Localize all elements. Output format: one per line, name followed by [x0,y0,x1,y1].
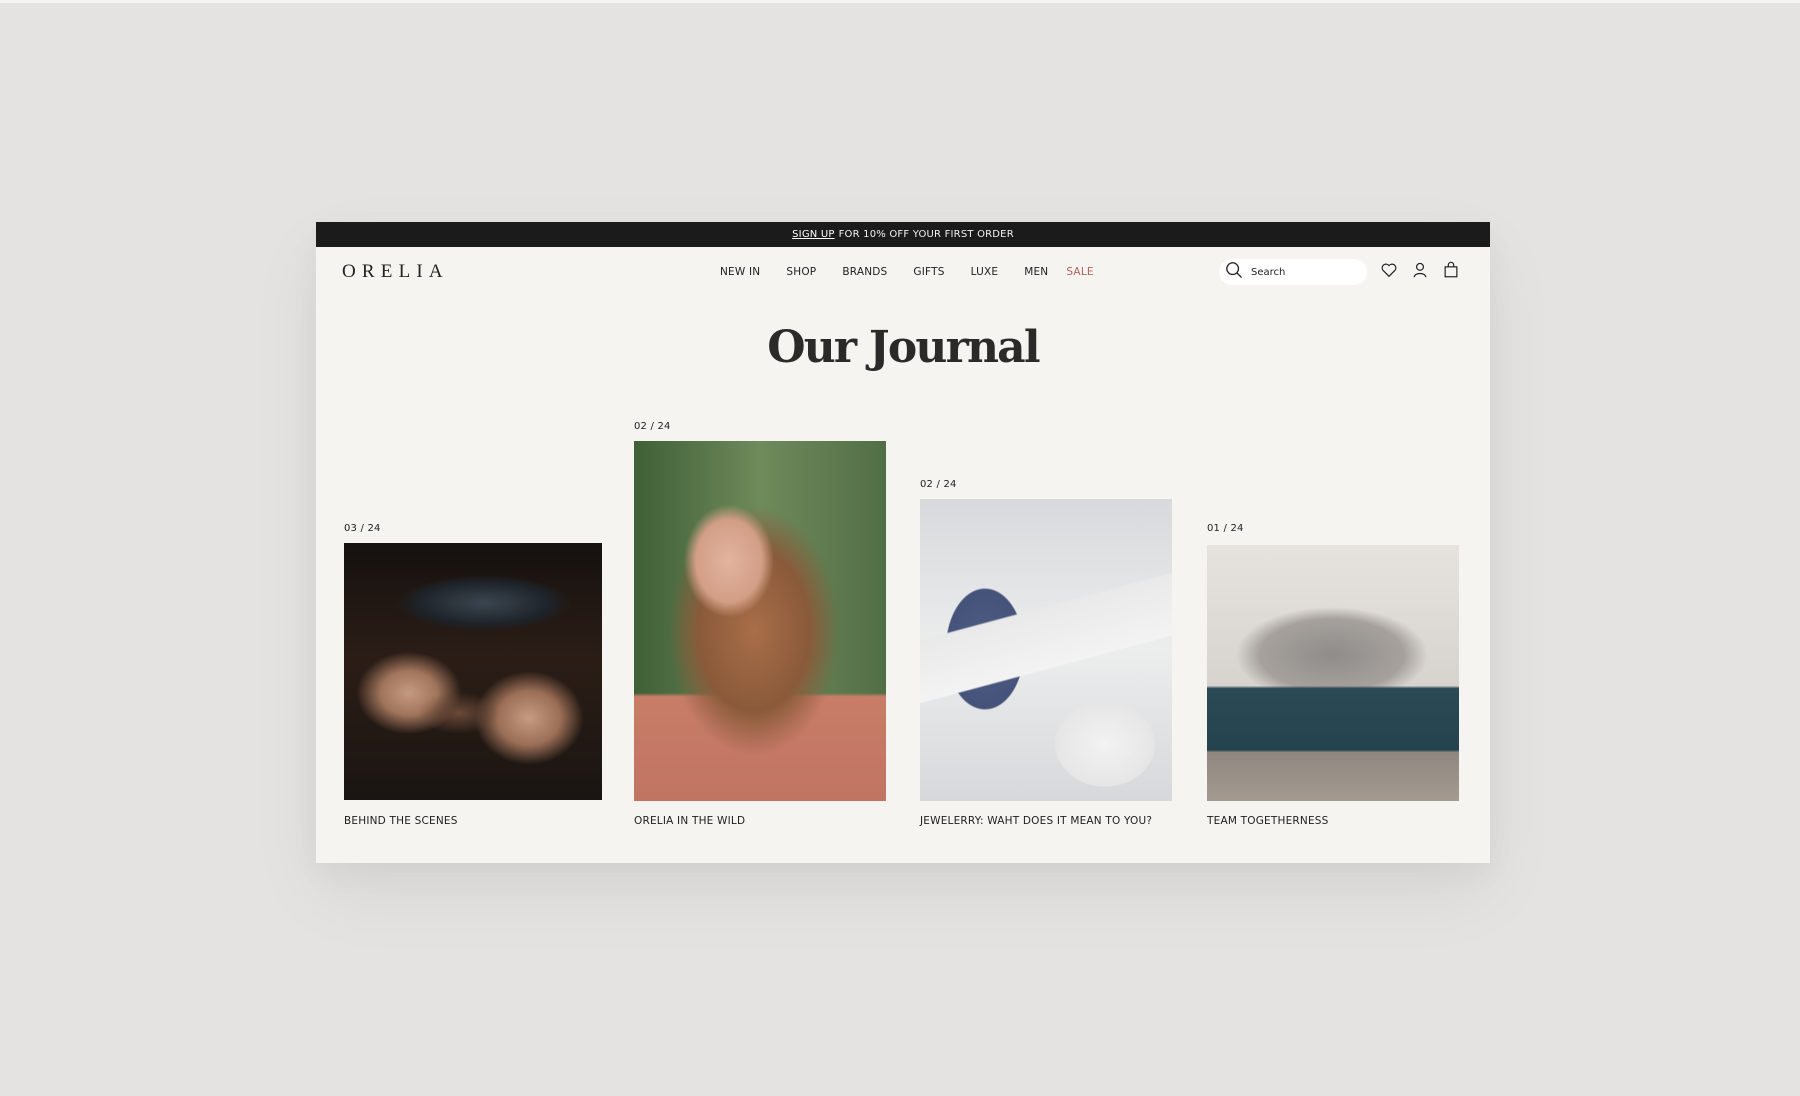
account-button[interactable] [1409,261,1431,283]
browser-top-edge [0,0,1800,3]
article-card[interactable]: 02 / 24 ORELIA IN THE WILD [634,421,886,827]
shopping-bag-icon [1442,261,1460,283]
menu-item-gifts[interactable]: GIFTS [913,266,944,278]
article-title[interactable]: ORELIA IN THE WILD [634,815,745,827]
menu-item-luxe[interactable]: LUXE [971,266,999,278]
menu-item-new-in[interactable]: NEW IN [720,266,760,278]
search-box[interactable] [1219,259,1367,285]
article-card[interactable]: 03 / 24 BEHIND THE SCENES [344,523,602,827]
announcement-text: FOR 10% OFF YOUR FIRST ORDER [838,229,1014,240]
article-title[interactable]: JEWELERRY: WAHT DOES IT MEAN TO YOU? [920,815,1152,827]
sign-up-link[interactable]: SIGN UP [792,229,834,240]
article-date: 03 / 24 [344,523,381,534]
article-title[interactable]: TEAM TOGETHERNESS [1207,815,1329,827]
article-card[interactable]: 01 / 24 TEAM TOGETHERNESS [1207,523,1459,827]
menu-item-shop[interactable]: SHOP [786,266,816,278]
wishlist-button[interactable] [1378,261,1400,283]
article-image[interactable] [1207,545,1459,801]
cart-button[interactable] [1440,261,1462,283]
menu-item-brands[interactable]: BRANDS [842,266,887,278]
menu-item-men[interactable]: MEN [1024,266,1048,278]
page-title: Our Journal [767,322,1040,373]
search-input[interactable] [1251,266,1361,278]
article-title[interactable]: BEHIND THE SCENES [344,815,458,827]
article-date: 02 / 24 [920,479,957,490]
user-icon [1411,261,1429,283]
article-card[interactable]: 02 / 24 JEWELERRY: WAHT DOES IT MEAN TO … [920,479,1172,827]
announcement-bar: SIGN UP FOR 10% OFF YOUR FIRST ORDER [316,222,1490,247]
heart-icon [1380,261,1398,283]
article-date: 01 / 24 [1207,523,1244,534]
article-image[interactable] [634,441,886,801]
main-menu: NEW IN SHOP BRANDS GIFTS LUXE MEN SALE [720,266,1094,278]
article-image[interactable] [920,499,1172,801]
article-date: 02 / 24 [634,421,671,432]
website-frame: SIGN UP FOR 10% OFF YOUR FIRST ORDER ORE… [316,222,1490,863]
search-icon[interactable] [1225,261,1243,283]
main-header: ORELIA NEW IN SHOP BRANDS GIFTS LUXE MEN… [316,247,1490,297]
logo[interactable]: ORELIA [342,261,449,283]
menu-item-sale[interactable]: SALE [1066,266,1093,278]
article-image[interactable] [344,543,602,800]
